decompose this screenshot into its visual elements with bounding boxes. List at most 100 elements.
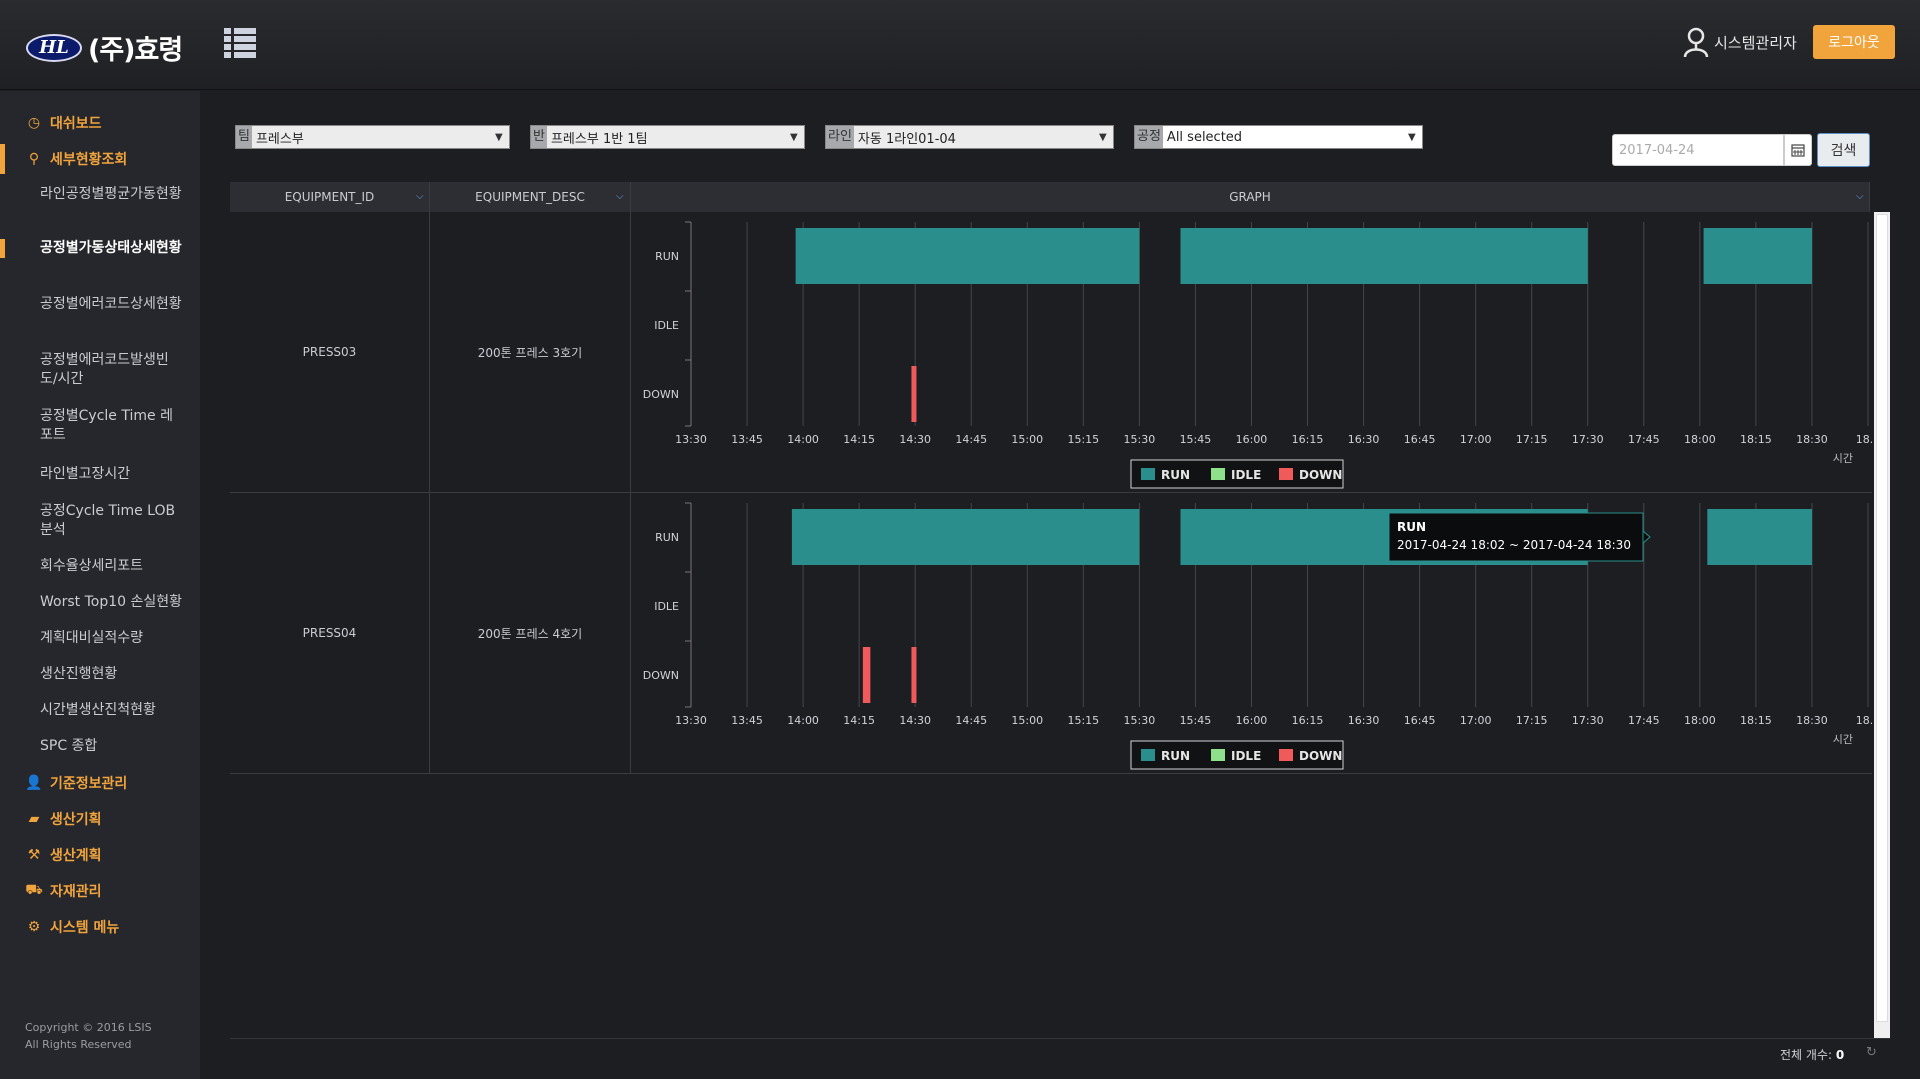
sidebar-item-master-data[interactable]: 👤 기준정보관리 <box>0 771 200 795</box>
sidebar-subitem-error-code-detail[interactable]: 공정별에러코드상세현황 <box>0 295 200 314</box>
x-tick-label: 13:30 <box>675 714 707 727</box>
x-tick-label: 17:45 <box>1628 433 1660 446</box>
logo-mark: HL <box>26 33 82 62</box>
x-tick-label: 14:00 <box>787 433 819 446</box>
sidebar-subitem-cycle-time-report[interactable]: 공정별Cycle Time 레포트 <box>0 407 200 445</box>
legend-label: IDLE <box>1231 468 1261 482</box>
x-tick-label: 16:00 <box>1236 433 1268 446</box>
legend-swatch <box>1141 468 1155 480</box>
x-tick-label: 18:30 <box>1796 433 1828 446</box>
sidebar-item-label: 생산계획 <box>50 848 102 864</box>
timeline-svg: RUN IDLE DOWN 13:30 13:45 14:00 14:15 14:30 14:4… <box>643 221 1872 489</box>
process-select[interactable]: 공정 All selected ▼ <box>1134 125 1423 149</box>
group-select[interactable]: 반 프레스부 1반 1팀 ▼ <box>530 125 805 149</box>
tooltip-box <box>1388 512 1644 562</box>
sidebar-subitem-recovery-report[interactable]: 회수율상세리포트 <box>0 557 200 576</box>
sidebar-item-material[interactable]: ⛟ 자재관리 <box>0 879 200 903</box>
x-tick-label: 18... <box>1856 433 1872 446</box>
search-button[interactable]: 검색 <box>1817 133 1870 167</box>
column-header-equipment-id[interactable]: EQUIPMENT_ID <box>230 182 430 212</box>
x-tick-label: 16:45 <box>1404 433 1436 446</box>
total-count-value: 0 <box>1835 1048 1845 1062</box>
x-tick-label: 16:45 <box>1404 714 1436 727</box>
status-timeline-chart: RUN IDLE DOWN 13:30 13:45 14:00 14:15 14:30 14:4… <box>631 212 1872 492</box>
x-tick-label: 15:15 <box>1067 433 1099 446</box>
column-header-graph[interactable]: GRAPH <box>631 182 1870 212</box>
chevron-down-icon[interactable]: ⌵ <box>616 192 628 202</box>
x-tick-label: 18:15 <box>1740 714 1772 727</box>
process-select-tag: 공정 <box>1135 126 1163 148</box>
company-logo[interactable]: HL (주)효령 <box>26 28 183 67</box>
chevron-down-icon[interactable]: ⌵ <box>416 192 428 202</box>
x-tick-label: 17:00 <box>1460 714 1492 727</box>
line-select[interactable]: 라인 자동 1라인01-04 ▼ <box>825 125 1114 149</box>
x-tick-label: 14:45 <box>955 433 987 446</box>
sidebar-subitem-production-progress[interactable]: 생산진행현황 <box>0 665 200 684</box>
logout-button[interactable]: 로그아웃 <box>1813 25 1895 59</box>
timeline-svg: RUN IDLE DOWN 13:30 13:45 14:00 14:15 14:30 14:4… <box>643 502 1872 770</box>
x-tick-label: 17:00 <box>1460 433 1492 446</box>
x-tick-label: 14:00 <box>787 714 819 727</box>
x-tick-label: 15:00 <box>1011 714 1043 727</box>
sidebar-item-production-planning[interactable]: ▰ 생산기획 <box>0 807 200 831</box>
grid-header: EQUIPMENT_ID ⌵ EQUIPMENT_DESC ⌵ GRAPH ⌵ <box>230 182 1870 212</box>
sidebar-subitem-hourly-progress[interactable]: 시간별생산진척현황 <box>0 701 200 720</box>
caret-down-icon: ▼ <box>790 131 798 143</box>
sidebar-subitem-process-status-detail[interactable]: 공정별가동상태상세현황 <box>0 239 200 258</box>
x-tick-label: 18:30 <box>1796 714 1828 727</box>
sidebar-subitem-line-failure-time[interactable]: 라인별고장시간 <box>0 465 200 484</box>
x-tick-label: 16:00 <box>1236 714 1268 727</box>
equipment-id-cell: PRESS03 <box>230 212 430 492</box>
table-row[interactable]: PRESS04 200톤 프레스 4호기 RUN IDLE DOWN 13:30 13:… <box>230 493 1872 774</box>
sidebar-subitem-cycle-time-lob[interactable]: 공정Cycle Time LOB 분석 <box>0 502 200 540</box>
x-tick-label: 18:00 <box>1684 433 1716 446</box>
legend-label: DOWN <box>1299 468 1342 482</box>
user-profile[interactable]: 시스템관리자 <box>1682 26 1797 58</box>
status-segment-run <box>1707 509 1812 565</box>
chevron-down-icon[interactable]: ⌵ <box>1856 192 1868 202</box>
sidebar-subitem-spc[interactable]: SPC 종합 <box>0 737 200 756</box>
scrollbar-thumb[interactable] <box>1876 214 1888 1022</box>
sidebar-item-detail-status[interactable]: ⚲ 세부현황조회 <box>0 144 200 174</box>
sidebar-subitem-worst-top10[interactable]: Worst Top10 손실현황 <box>0 593 200 612</box>
status-segment-run <box>1703 228 1812 284</box>
x-tick-label: 15:45 <box>1180 433 1212 446</box>
sidebar-subitem-error-code-frequency[interactable]: 공정별에러코드발생빈도/시간 <box>0 351 200 389</box>
column-header-equipment-desc[interactable]: EQUIPMENT_DESC <box>430 182 631 212</box>
x-tick-label: 16:30 <box>1348 714 1380 727</box>
x-axis-label: 시간 <box>1833 733 1853 746</box>
status-segment-run <box>791 509 1140 565</box>
x-tick-label: 14:15 <box>843 714 875 727</box>
logo-text: (주)효령 <box>88 35 183 66</box>
sidebar-item-production-plan[interactable]: ⚒ 생산계획 <box>0 843 200 867</box>
menu-toggle-button[interactable] <box>224 28 256 58</box>
sidebar-subitem-line-process-avg[interactable]: 라인공정별평균가동현황 <box>0 185 200 204</box>
search-icon: ⚲ <box>28 151 40 167</box>
caret-down-icon: ▼ <box>495 131 503 143</box>
sidebar-subitem-plan-vs-actual[interactable]: 계획대비실적수량 <box>0 629 200 648</box>
legend-label: DOWN <box>1299 749 1342 763</box>
table-row[interactable]: PRESS03 200톤 프레스 3호기 RUN IDLE DOWN 13:30 13:… <box>230 212 1872 493</box>
x-tick-label: 17:15 <box>1516 433 1548 446</box>
date-input[interactable] <box>1612 134 1784 166</box>
equipment-desc-cell: 200톤 프레스 4호기 <box>430 493 631 773</box>
team-select[interactable]: 팀 프레스부 ▼ <box>235 125 510 149</box>
refresh-icon[interactable]: ↻ <box>1866 1045 1877 1060</box>
x-tick-label: 16:15 <box>1292 714 1324 727</box>
caret-down-icon: ▼ <box>1099 131 1107 143</box>
calendar-button[interactable] <box>1784 134 1812 166</box>
sidebar-item-system-menu[interactable]: ⚙ 시스템 메뉴 <box>0 915 200 939</box>
sidebar-item-label: 시스템 메뉴 <box>50 920 120 936</box>
x-tick-label: 15:30 <box>1124 433 1156 446</box>
sidebar-item-dashboard[interactable]: ◷ 대쉬보드 <box>0 111 200 135</box>
gear-icon: ⚙ <box>27 919 41 935</box>
x-tick-label: 14:15 <box>843 433 875 446</box>
sidebar: ◷ 대쉬보드 ⚲ 세부현황조회 라인공정별평균가동현황 공정별가동상태상세현황 … <box>0 91 200 1079</box>
x-tick-label: 16:30 <box>1348 433 1380 446</box>
grid-scrollbar[interactable] <box>1874 212 1890 1038</box>
sidebar-item-label: 대쉬보드 <box>50 116 102 132</box>
x-tick-label: 17:15 <box>1516 714 1548 727</box>
x-tick-label: 15:15 <box>1067 714 1099 727</box>
wrench-icon: ⚒ <box>27 847 41 863</box>
x-axis-label: 시간 <box>1833 452 1853 465</box>
